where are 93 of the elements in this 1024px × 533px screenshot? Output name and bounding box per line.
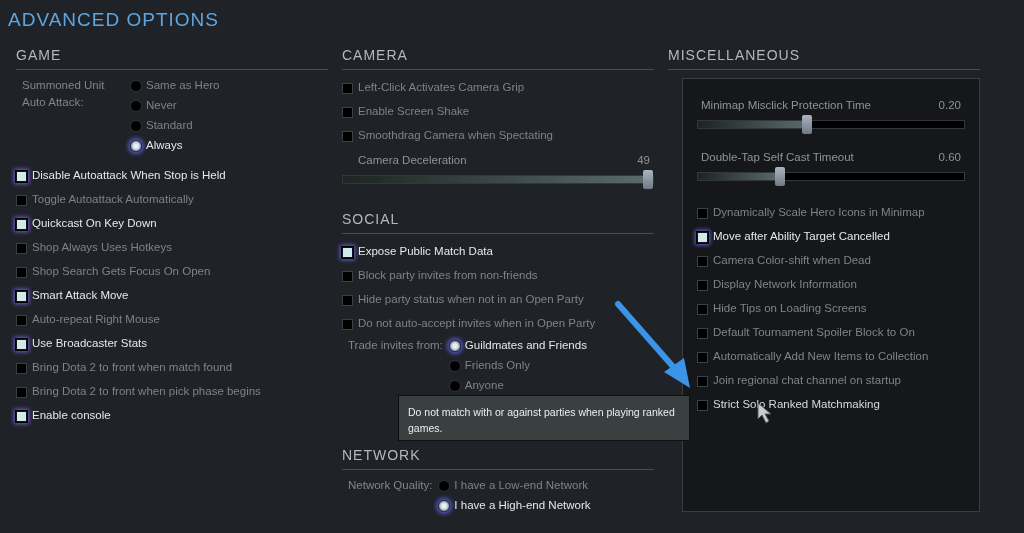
checkbox-label[interactable]: Bring Dota 2 to front when pick phase begins <box>32 383 261 401</box>
radio-label[interactable]: Anyone <box>464 377 504 395</box>
checkbox-label[interactable]: Smoothdrag Camera when Spectating <box>358 127 553 145</box>
radio-button[interactable] <box>130 120 142 132</box>
checkbox[interactable] <box>697 279 708 291</box>
slider-thumb[interactable] <box>642 170 653 189</box>
checkbox[interactable] <box>16 218 27 230</box>
radio-button[interactable] <box>448 340 461 352</box>
tooltip: Do not match with or against parties when playing ranked games. <box>398 395 690 441</box>
checkbox-label[interactable]: Enable Screen Shake <box>358 103 470 121</box>
slider-label: Minimap Misclick Protection Time <box>701 98 871 113</box>
checkbox[interactable] <box>16 314 27 326</box>
slider-track[interactable] <box>342 169 654 190</box>
slider-thumb[interactable] <box>801 115 812 134</box>
checkbox-label[interactable]: Join regional chat channel on startup <box>713 372 901 390</box>
radio-button[interactable] <box>130 140 142 152</box>
slider-value: 0.20 <box>938 98 961 113</box>
checkbox-label[interactable]: Dynamically Scale Hero Icons in Minimap <box>713 204 925 222</box>
checkbox[interactable] <box>697 351 708 363</box>
radio-button[interactable] <box>130 80 142 92</box>
checkbox[interactable] <box>342 294 353 306</box>
checkbox-label[interactable]: Toggle Autoattack Automatically <box>32 191 194 209</box>
checkbox-label[interactable]: Display Network Information <box>713 276 857 294</box>
checkbox-label[interactable]: Block party invites from non-friends <box>358 267 538 285</box>
radio-label[interactable]: Same as Hero <box>146 77 220 95</box>
checkbox[interactable] <box>16 386 27 398</box>
radio-label[interactable]: Friends Only <box>464 357 530 375</box>
slider-thumb[interactable] <box>775 167 786 186</box>
checkbox-label[interactable]: Do not auto-accept invites when in Open Party <box>358 315 596 333</box>
radio-group-label: Trade invites from: <box>348 338 443 353</box>
checkbox-label[interactable]: Disable Autoattack When Stop is Held <box>32 167 226 185</box>
radio-label[interactable]: Guildmates and Friends <box>464 337 587 355</box>
checkbox[interactable] <box>16 194 27 206</box>
slider-value: 49 <box>637 153 650 168</box>
checkbox[interactable] <box>697 327 708 339</box>
checkbox-label[interactable]: Move after Ability Target Cancelled <box>713 228 890 246</box>
page-title: ADVANCED OPTIONS <box>7 8 220 32</box>
radio-group-label: Summoned Unit Auto Attack: <box>22 78 106 110</box>
checkbox[interactable] <box>16 410 27 422</box>
radio-button[interactable] <box>438 480 451 492</box>
section-heading: SOCIAL <box>342 200 654 234</box>
checkbox-label[interactable]: Use Broadcaster Stats <box>32 335 148 353</box>
slider-label: Double-Tap Self Cast Timeout <box>701 150 854 165</box>
slider-label: Camera Deceleration <box>358 153 467 168</box>
section-heading: CAMERA <box>342 36 654 70</box>
checkbox-label[interactable]: Hide Tips on Loading Screens <box>713 300 867 318</box>
checkbox[interactable] <box>342 246 353 258</box>
checkbox[interactable] <box>16 338 27 350</box>
slider-track[interactable] <box>697 114 965 135</box>
radio-button[interactable] <box>130 100 142 112</box>
checkbox[interactable] <box>16 290 27 302</box>
radio-button[interactable] <box>448 380 461 392</box>
checkbox[interactable] <box>697 375 708 387</box>
section-heading: MISCELLANEOUS <box>668 36 980 70</box>
radio-label[interactable]: Standard <box>146 117 193 135</box>
slider-value: 0.60 <box>938 150 961 165</box>
slider-track[interactable] <box>697 166 965 187</box>
checkbox[interactable] <box>342 82 353 94</box>
checkbox-label[interactable]: Expose Public Match Data <box>358 243 493 261</box>
arrow-icon <box>615 301 690 388</box>
radio-label[interactable]: Never <box>146 97 177 115</box>
checkbox-label[interactable]: Enable console <box>32 407 111 425</box>
checkbox-label[interactable]: Bring Dota 2 to front when match found <box>32 359 233 377</box>
checkbox[interactable] <box>697 207 708 219</box>
checkbox[interactable] <box>16 242 27 254</box>
radio-button[interactable] <box>438 500 451 512</box>
checkbox-label[interactable]: Camera Color-shift when Dead <box>713 252 871 270</box>
checkbox[interactable] <box>16 170 27 182</box>
checkbox-label[interactable]: Hide party status when not in an Open Party <box>358 291 584 309</box>
checkbox[interactable] <box>342 318 353 330</box>
section-heading: GAME <box>16 36 328 70</box>
checkbox-label[interactable]: Quickcast On Key Down <box>32 215 157 233</box>
checkbox[interactable] <box>16 362 27 374</box>
checkbox[interactable] <box>342 270 353 282</box>
checkbox[interactable] <box>697 303 708 315</box>
checkbox-label[interactable]: Shop Search Gets Focus On Open <box>32 263 211 281</box>
checkbox-label[interactable]: Left-Click Activates Camera Grip <box>358 79 525 97</box>
checkbox-label[interactable]: Auto-repeat Right Mouse <box>32 311 160 329</box>
checkbox[interactable] <box>342 130 353 142</box>
checkbox-label[interactable]: Shop Always Uses Hotkeys <box>32 239 172 257</box>
checkbox[interactable] <box>697 231 708 243</box>
checkbox-label[interactable]: Automatically Add New Items to Collection <box>713 348 929 366</box>
radio-label[interactable]: I have a Low-end Network <box>454 477 588 495</box>
radio-label[interactable]: I have a High-end Network <box>454 497 591 515</box>
checkbox[interactable] <box>342 106 353 118</box>
checkbox[interactable] <box>697 255 708 267</box>
radio-label[interactable]: Always <box>146 137 183 155</box>
checkbox[interactable] <box>16 266 27 278</box>
checkbox-label[interactable]: Smart Attack Move <box>32 287 129 305</box>
checkbox[interactable] <box>697 399 708 411</box>
checkbox-label[interactable]: Default Tournament Spoiler Block to On <box>713 324 915 342</box>
radio-group-label: Network Quality: <box>348 478 433 493</box>
radio-button[interactable] <box>448 360 461 372</box>
